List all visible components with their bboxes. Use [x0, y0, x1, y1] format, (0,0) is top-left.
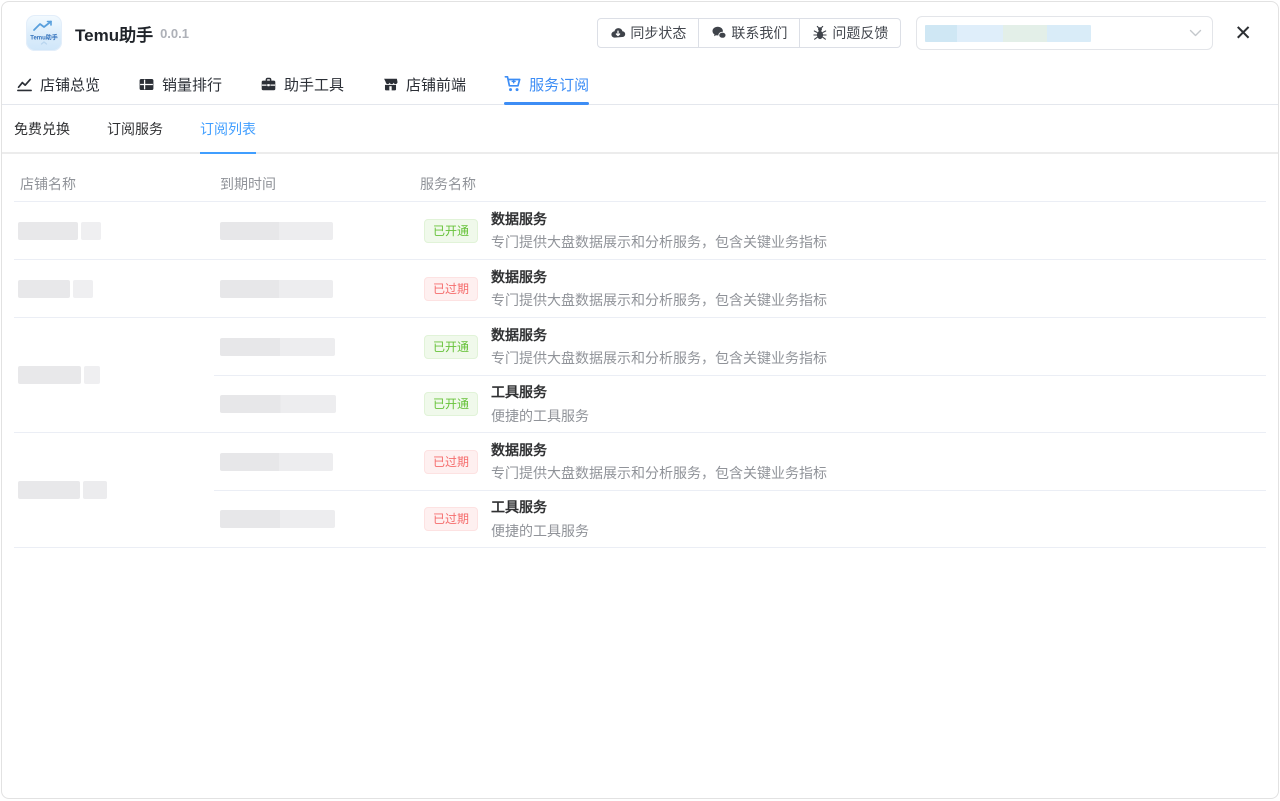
chevron-down-icon [1189, 29, 1202, 38]
chat-bubbles-icon [711, 25, 727, 41]
contact-us-label: 联系我们 [731, 23, 787, 43]
subtab-subscription-service[interactable]: 订阅服务 [107, 105, 163, 152]
service-desc: 便捷的工具服务 [491, 407, 589, 425]
table-row: 已开通 工具服务 便捷的工具服务 [214, 375, 1266, 432]
expiry-cell [214, 453, 414, 471]
feedback-label: 问题反馈 [832, 23, 888, 43]
status-badge: 已开通 [424, 392, 478, 416]
expiry-cell [214, 395, 414, 413]
subtab-subscription-list-label: 订阅列表 [200, 119, 256, 139]
expiry-cell [214, 510, 414, 528]
tab-assistant-tools-label: 助手工具 [284, 74, 344, 95]
table-group: 已开通 数据服务 专门提供大盘数据展示和分析服务，包含关键业务指标 已开通 工具… [14, 318, 1266, 433]
line-chart-icon [16, 76, 33, 93]
sub-nav: 免费兑换 订阅服务 订阅列表 [2, 105, 1278, 154]
app-window: Temu助手 Temu助手 0.0.1 同步状态 [1, 1, 1279, 799]
service-name: 数据服务 [491, 441, 827, 459]
store-name-cell [14, 433, 214, 547]
service-name: 工具服务 [491, 498, 589, 516]
service-name: 工具服务 [491, 383, 589, 401]
column-header-store: 店铺名称 [14, 174, 214, 194]
service-desc: 专门提供大盘数据展示和分析服务，包含关键业务指标 [491, 464, 827, 482]
tab-store-frontend-label: 店铺前端 [406, 74, 466, 95]
cart-icon [504, 75, 522, 93]
service-cell: 已过期 数据服务 专门提供大盘数据展示和分析服务，包含关键业务指标 [414, 268, 1266, 309]
service-desc: 专门提供大盘数据展示和分析服务，包含关键业务指标 [491, 291, 827, 309]
app-version: 0.0.1 [160, 26, 189, 41]
service-desc: 专门提供大盘数据展示和分析服务，包含关键业务指标 [491, 233, 827, 251]
status-badge: 已过期 [424, 450, 478, 474]
store-name-cell [14, 202, 214, 259]
bug-icon [812, 25, 828, 41]
store-select-redacted-value [925, 25, 1091, 42]
service-cell: 已过期 工具服务 便捷的工具服务 [414, 498, 1266, 539]
tab-service-subscription-label: 服务订阅 [529, 74, 589, 95]
app-title: Temu助手 [75, 21, 153, 46]
close-button[interactable]: ✕ [1234, 23, 1252, 44]
tab-store-frontend[interactable]: 店铺前端 [382, 64, 466, 104]
table-header-row: 店铺名称 到期时间 服务名称 [14, 154, 1266, 202]
cloud-sync-icon [610, 25, 626, 41]
subtab-free-exchange-label: 免费兑换 [14, 119, 70, 139]
status-badge: 已开通 [424, 335, 478, 359]
app-header: Temu助手 Temu助手 0.0.1 同步状态 [2, 2, 1278, 64]
service-desc: 便捷的工具服务 [491, 522, 589, 540]
table-row: 已过期 数据服务 专门提供大盘数据展示和分析服务，包含关键业务指标 [214, 260, 1266, 317]
svg-text:Temu助手: Temu助手 [30, 34, 58, 42]
service-cell: 已开通 数据服务 专门提供大盘数据展示和分析服务，包含关键业务指标 [414, 210, 1266, 251]
sync-status-button[interactable]: 同步状态 [597, 18, 699, 48]
tab-sales-ranking[interactable]: 销量排行 [138, 64, 222, 104]
subtab-subscription-list[interactable]: 订阅列表 [200, 105, 256, 152]
column-header-expiry: 到期时间 [214, 174, 414, 194]
store-select[interactable] [916, 16, 1213, 50]
service-name: 数据服务 [491, 268, 827, 286]
expiry-cell [214, 280, 414, 298]
toolbox-icon [260, 76, 277, 93]
service-cell: 已开通 工具服务 便捷的工具服务 [414, 383, 1266, 424]
status-badge: 已过期 [424, 277, 478, 301]
table-group: 已过期 数据服务 专门提供大盘数据展示和分析服务，包含关键业务指标 已过期 工具… [14, 433, 1266, 548]
service-cell: 已开通 数据服务 专门提供大盘数据展示和分析服务，包含关键业务指标 [414, 326, 1266, 367]
store-name-cell [14, 318, 214, 432]
contact-us-button[interactable]: 联系我们 [699, 18, 800, 48]
column-header-service: 服务名称 [414, 174, 1266, 194]
subtab-free-exchange[interactable]: 免费兑换 [14, 105, 70, 152]
table-row: 已过期 工具服务 便捷的工具服务 [214, 490, 1266, 547]
status-badge: 已开通 [424, 219, 478, 243]
service-name: 数据服务 [491, 326, 827, 344]
service-name: 数据服务 [491, 210, 827, 228]
app-logo-icon: Temu助手 [26, 15, 62, 51]
storefront-icon [382, 76, 399, 93]
tab-sales-ranking-label: 销量排行 [162, 74, 222, 95]
store-name-cell [14, 260, 214, 317]
service-cell: 已过期 数据服务 专门提供大盘数据展示和分析服务，包含关键业务指标 [414, 441, 1266, 482]
expiry-cell [214, 338, 414, 356]
tab-assistant-tools[interactable]: 助手工具 [260, 64, 344, 104]
table-row: 已开通 数据服务 专门提供大盘数据展示和分析服务，包含关键业务指标 [214, 318, 1266, 375]
table-group: 已过期 数据服务 专门提供大盘数据展示和分析服务，包含关键业务指标 [14, 260, 1266, 318]
tab-store-overview[interactable]: 店铺总览 [16, 64, 100, 104]
sync-status-label: 同步状态 [630, 23, 686, 43]
sales-table-icon [138, 76, 155, 93]
header-action-group: 同步状态 联系我们 问 [597, 18, 901, 48]
subscription-table: 店铺名称 到期时间 服务名称 已开通 数据服务 专门提供大盘数据展示和分析服务，… [14, 154, 1266, 548]
table-group: 已开通 数据服务 专门提供大盘数据展示和分析服务，包含关键业务指标 [14, 202, 1266, 260]
service-desc: 专门提供大盘数据展示和分析服务，包含关键业务指标 [491, 349, 827, 367]
expiry-cell [214, 222, 414, 240]
tab-store-overview-label: 店铺总览 [40, 74, 100, 95]
main-nav: 店铺总览 销量排行 助手工具 [2, 64, 1278, 105]
table-row: 已过期 数据服务 专门提供大盘数据展示和分析服务，包含关键业务指标 [214, 433, 1266, 490]
subtab-subscription-service-label: 订阅服务 [107, 119, 163, 139]
status-badge: 已过期 [424, 507, 478, 531]
feedback-button[interactable]: 问题反馈 [800, 18, 901, 48]
table-row: 已开通 数据服务 专门提供大盘数据展示和分析服务，包含关键业务指标 [214, 202, 1266, 259]
tab-service-subscription[interactable]: 服务订阅 [504, 64, 589, 104]
